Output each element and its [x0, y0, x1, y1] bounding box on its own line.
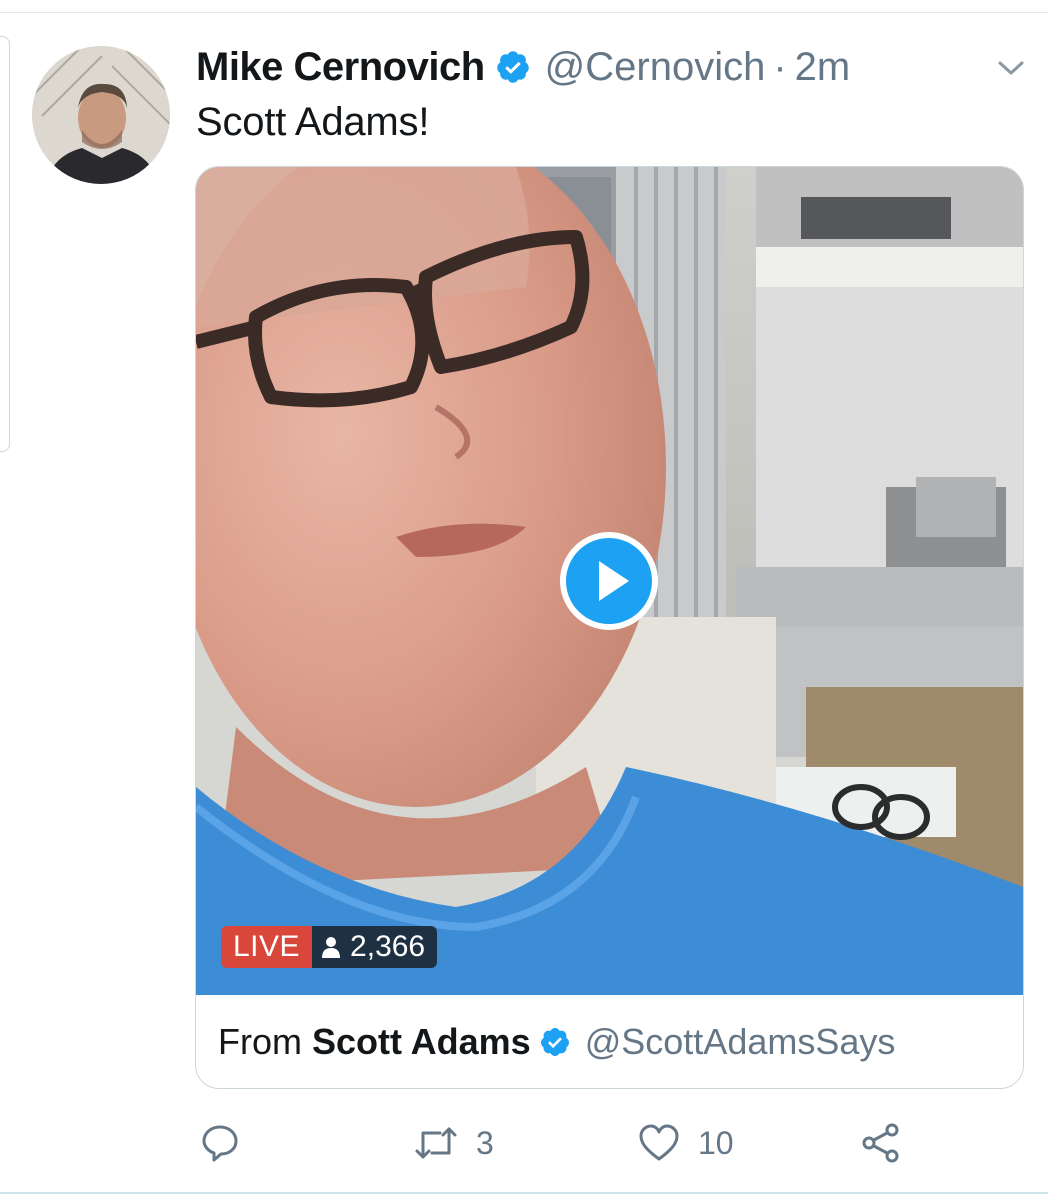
- live-indicator: LIVE 2,366: [221, 926, 438, 968]
- author-handle[interactable]: @Cernovich: [545, 45, 766, 90]
- author-name[interactable]: Mike Cernovich: [196, 45, 485, 90]
- like-count: 10: [698, 1124, 734, 1161]
- viewer-count: 2,366: [350, 930, 426, 963]
- share-button[interactable]: [860, 1118, 902, 1168]
- source-handle[interactable]: @ScottAdamsSays: [585, 1021, 896, 1063]
- play-icon[interactable]: [559, 531, 659, 631]
- retweet-icon: [415, 1127, 457, 1159]
- tweet-timestamp[interactable]: 2m: [795, 45, 851, 90]
- like-button[interactable]: 10: [638, 1118, 734, 1168]
- avatar[interactable]: [32, 46, 170, 184]
- from-label: From: [218, 1020, 302, 1062]
- heart-icon: [639, 1124, 679, 1161]
- top-divider: [0, 12, 1048, 13]
- header-separator: ·: [773, 44, 787, 89]
- card-attribution[interactable]: From Scott Adams @ScottAdamsSays: [196, 995, 1023, 1088]
- reply-icon: [202, 1125, 238, 1162]
- tweet-header: Mike Cernovich @Cernovich · 2m: [196, 40, 850, 94]
- bottom-divider: [0, 1192, 1048, 1194]
- tweet-text: Scott Adams!: [196, 100, 430, 144]
- retweet-count: 3: [476, 1124, 494, 1161]
- reply-button[interactable]: [200, 1118, 258, 1168]
- person-icon: [322, 937, 341, 958]
- retweet-button[interactable]: 3: [414, 1118, 494, 1168]
- share-icon: [862, 1123, 899, 1163]
- verified-badge-icon: [540, 1027, 569, 1056]
- previous-tweet-edge: [0, 36, 10, 452]
- chevron-down-icon[interactable]: [996, 56, 1026, 80]
- video-card[interactable]: LIVE 2,366 From Scott Adams @ScottAdamsS…: [195, 166, 1024, 1089]
- live-badge: LIVE: [221, 926, 313, 968]
- source-name[interactable]: Scott Adams: [312, 1021, 531, 1063]
- tweet-actions: 3 10: [196, 1118, 936, 1168]
- viewer-count-badge: 2,366: [312, 926, 438, 968]
- verified-badge-icon: [496, 51, 529, 83]
